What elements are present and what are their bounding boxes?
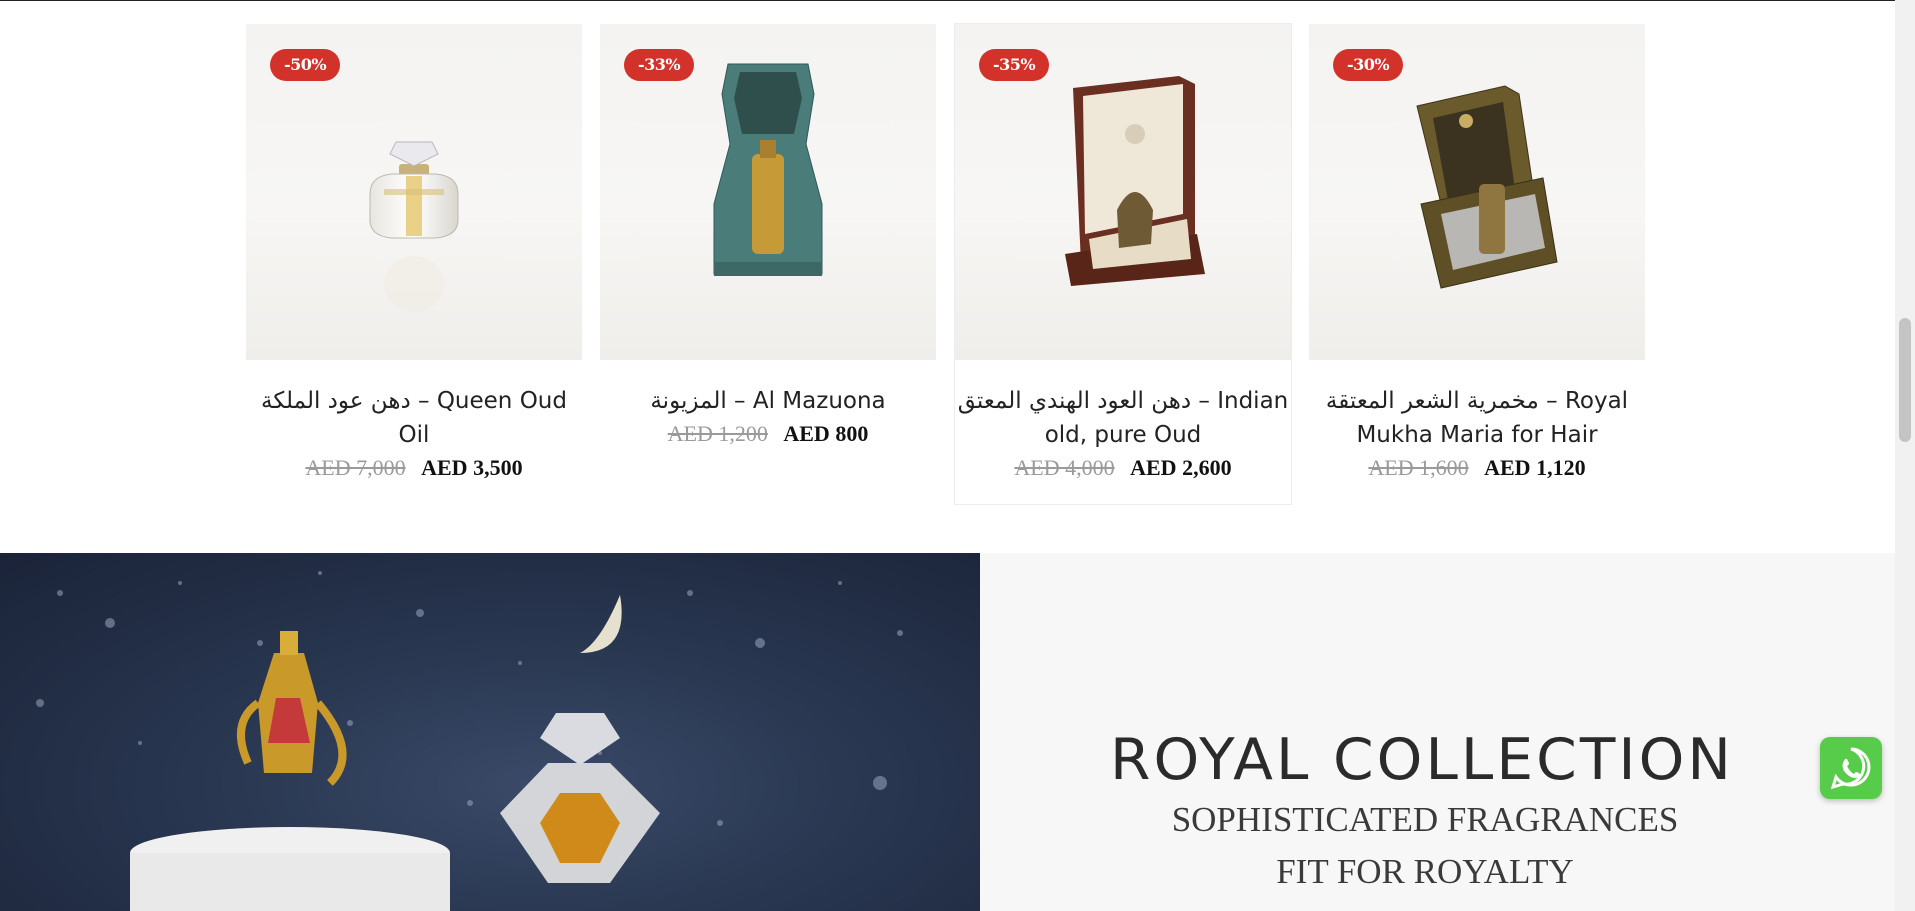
product-card[interactable]: -35% دهن العود الهندي المعتق – Indian ol… [955,24,1291,504]
product-image[interactable]: -50% [246,24,582,360]
product-price: AED 1,200 AED 800 [600,421,936,447]
discount-badge: -50% [270,49,341,81]
product-card[interactable]: -33% المزيونة – Al Mazuona AED 1,200 AED… [600,24,936,447]
sale-price: AED 1,120 [1484,455,1586,480]
product-grid: -50% دهن عود الملكة – Queen Oud Oil AED … [246,24,1646,504]
sale-price: AED 800 [783,421,869,446]
product-title[interactable]: دهن عود الملكة – Queen Oud Oil [246,384,582,452]
product-price: AED 7,000 AED 3,500 [246,455,582,481]
page-scrollbar[interactable] [1895,0,1915,911]
sale-price: AED 3,500 [421,455,523,480]
night-sky-scene [36,571,903,911]
old-price: AED 7,000 [305,455,406,480]
banner-subtitle-2: FIT FOR ROYALTY [1276,852,1574,891]
product-card[interactable]: -30% مخمرية الشعر المعتقة – Royal Mukha … [1309,24,1645,481]
scrollbar-thumb[interactable] [1899,318,1911,442]
product-price: AED 4,000 AED 2,600 [955,455,1291,481]
old-price: AED 1,200 [667,421,768,446]
top-divider [0,0,1915,1]
discount-badge: -35% [979,49,1050,81]
discount-badge: -33% [624,49,695,81]
product-title[interactable]: مخمرية الشعر المعتقة – Royal Mukha Maria… [1309,384,1645,452]
product-title[interactable]: دهن العود الهندي المعتق – Indian old, pu… [955,384,1291,452]
old-price: AED 1,600 [1368,455,1469,480]
whatsapp-button[interactable] [1820,737,1882,799]
whatsapp-icon [1830,747,1871,790]
product-title[interactable]: المزيونة – Al Mazuona [600,384,936,418]
discount-badge: -30% [1333,49,1404,81]
product-image[interactable]: -30% [1309,24,1645,360]
banner-subtitle-1: SOPHISTICATED FRAGRANCES [1171,800,1679,839]
product-image[interactable]: -33% [600,24,936,360]
product-card[interactable]: -50% دهن عود الملكة – Queen Oud Oil AED … [246,24,582,481]
royal-collection-banner-image [0,553,980,911]
sale-price: AED 2,600 [1130,455,1232,480]
product-price: AED 1,600 AED 1,120 [1309,455,1645,481]
product-image[interactable]: -35% [955,24,1291,360]
old-price: AED 4,000 [1014,455,1115,480]
banner-title: ROYAL COLLECTION [1110,727,1734,793]
